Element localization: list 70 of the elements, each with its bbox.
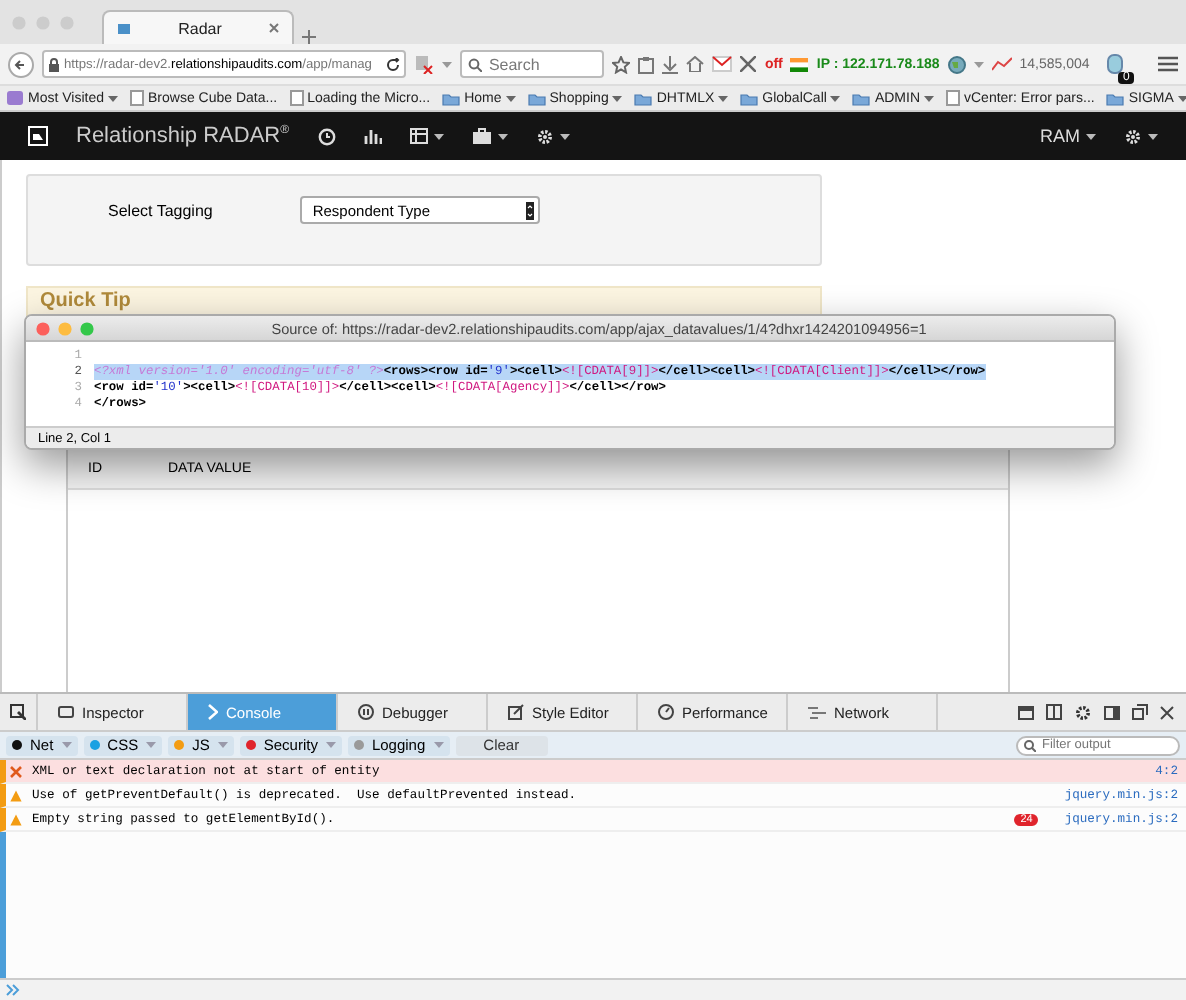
field-label: Select Tagging bbox=[108, 202, 213, 220]
chart-icon[interactable] bbox=[991, 56, 1012, 72]
gauge-icon bbox=[658, 704, 674, 720]
folder-icon bbox=[634, 91, 653, 105]
caret-icon[interactable] bbox=[1086, 133, 1096, 139]
settings-icon[interactable] bbox=[1074, 703, 1092, 721]
brand-title[interactable]: Relationship RADAR$^{®}$ bbox=[76, 124, 290, 148]
flag-icon bbox=[790, 57, 809, 71]
caret-icon[interactable] bbox=[1148, 133, 1158, 139]
caret-icon[interactable] bbox=[559, 133, 570, 139]
dock-icon[interactable] bbox=[1104, 705, 1120, 719]
page-icon bbox=[130, 90, 144, 106]
responsive-icon[interactable] bbox=[1046, 704, 1062, 720]
bookmark-icon bbox=[6, 90, 24, 106]
menu-icon[interactable] bbox=[1158, 56, 1178, 72]
addon-icon[interactable] bbox=[414, 54, 435, 74]
tip-title: Quick Tip bbox=[40, 290, 133, 312]
caret-icon[interactable] bbox=[433, 133, 444, 139]
error-icon bbox=[10, 765, 22, 777]
star-icon[interactable] bbox=[612, 55, 631, 73]
tab-favicon-icon bbox=[116, 20, 132, 36]
clock-icon[interactable] bbox=[317, 127, 336, 145]
search-field[interactable]: Search bbox=[460, 50, 605, 78]
folder-icon bbox=[442, 91, 461, 105]
logo-icon[interactable] bbox=[28, 126, 48, 146]
caret-icon[interactable] bbox=[1177, 95, 1186, 101]
mail-icon[interactable] bbox=[712, 56, 733, 72]
browser-tab[interactable]: Radar bbox=[102, 10, 294, 44]
lock-icon bbox=[48, 57, 60, 71]
globe-icon[interactable] bbox=[947, 55, 966, 73]
caret-icon[interactable] bbox=[108, 95, 118, 101]
close-icon[interactable] bbox=[268, 22, 280, 34]
search-icon bbox=[1024, 739, 1036, 751]
reload-icon[interactable] bbox=[386, 57, 401, 71]
caret-icon[interactable] bbox=[612, 95, 623, 101]
pencil-icon bbox=[508, 704, 524, 720]
split-console-icon[interactable] bbox=[1018, 705, 1034, 719]
folder-icon bbox=[527, 91, 546, 105]
caret-icon[interactable] bbox=[830, 95, 841, 101]
element-picker-icon[interactable] bbox=[10, 704, 26, 720]
download-icon[interactable] bbox=[662, 55, 679, 73]
folder-icon bbox=[1106, 91, 1125, 105]
caret-icon[interactable] bbox=[924, 95, 934, 101]
caret-icon[interactable] bbox=[497, 133, 508, 139]
caret-icon[interactable] bbox=[505, 95, 516, 101]
search-icon bbox=[468, 58, 483, 72]
dropdown-arrow-icon bbox=[526, 201, 535, 219]
prompt-chevron-icon bbox=[6, 984, 20, 996]
folder-icon bbox=[852, 91, 871, 105]
separate-window-icon[interactable] bbox=[1132, 704, 1148, 720]
page-icon bbox=[946, 90, 960, 106]
new-tab-icon[interactable] bbox=[302, 30, 316, 44]
box-icon bbox=[58, 706, 74, 718]
bar-chart-icon[interactable] bbox=[363, 128, 382, 144]
console-input[interactable] bbox=[0, 978, 1186, 1000]
chevron-icon bbox=[208, 704, 218, 720]
clipboard-icon[interactable] bbox=[638, 55, 655, 73]
page-icon bbox=[289, 90, 304, 106]
user-menu[interactable]: RAM bbox=[1040, 126, 1080, 146]
back-icon[interactable] bbox=[8, 51, 34, 77]
caret-icon[interactable] bbox=[718, 95, 729, 101]
table-icon[interactable] bbox=[409, 128, 428, 144]
briefcase-icon[interactable] bbox=[471, 128, 492, 144]
folder-icon bbox=[740, 91, 759, 105]
x-icon[interactable] bbox=[740, 56, 757, 72]
close-icon[interactable] bbox=[1160, 705, 1174, 719]
pause-icon bbox=[358, 704, 374, 720]
home-icon[interactable] bbox=[686, 56, 705, 72]
network-icon bbox=[808, 705, 826, 719]
extension-icon[interactable] bbox=[1105, 54, 1124, 74]
